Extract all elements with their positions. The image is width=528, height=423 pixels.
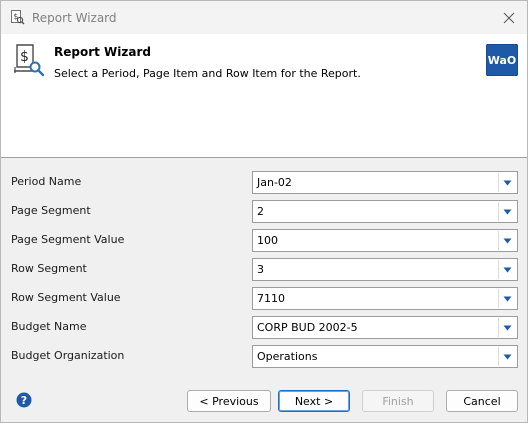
- row-segment-value-value: 7110: [257, 292, 285, 305]
- budget-organization-label: Budget Organization: [11, 349, 125, 362]
- dropdown-button[interactable]: [498, 260, 516, 279]
- budget-organization-select[interactable]: Operations: [252, 345, 518, 368]
- next-button[interactable]: Next >: [278, 390, 350, 412]
- budget-organization-row: Budget Organization Operations: [1, 345, 527, 368]
- page-segment-row: Page Segment 2: [1, 200, 527, 223]
- chevron-down-icon: [503, 180, 512, 185]
- wao-logo: WaO: [486, 44, 518, 76]
- dropdown-button[interactable]: [498, 202, 516, 221]
- dropdown-button[interactable]: [498, 231, 516, 250]
- budget-name-select[interactable]: CORP BUD 2002-5: [252, 316, 518, 339]
- row-segment-select[interactable]: 3: [252, 258, 518, 281]
- page-segment-label: Page Segment: [11, 204, 91, 217]
- chevron-down-icon: [503, 209, 512, 214]
- page-segment-value-row: Page Segment Value 100: [1, 229, 527, 252]
- svg-text:?: ?: [21, 394, 27, 407]
- chevron-down-icon: [503, 238, 512, 243]
- row-segment-row: Row Segment 3: [1, 258, 527, 281]
- header-subtitle: Select a Period, Page Item and Row Item …: [54, 67, 361, 80]
- row-segment-value-label: Row Segment Value: [11, 291, 121, 304]
- period-name-label: Period Name: [11, 175, 82, 188]
- page-segment-value-label: Page Segment Value: [11, 233, 125, 246]
- period-name-value: Jan-02: [257, 176, 292, 189]
- wizard-header: $ Report Wizard Select a Period, Page It…: [1, 34, 527, 158]
- budget-name-label: Budget Name: [11, 320, 87, 333]
- dropdown-button[interactable]: [498, 289, 516, 308]
- window-title: Report Wizard: [32, 11, 117, 25]
- page-segment-value-value: 100: [257, 234, 278, 247]
- row-segment-label: Row Segment: [11, 262, 87, 275]
- row-segment-value: 3: [257, 263, 264, 276]
- report-document-icon: $: [14, 44, 45, 77]
- cancel-button[interactable]: Cancel: [446, 390, 518, 412]
- page-segment-select[interactable]: 2: [252, 200, 518, 223]
- report-wizard-app-icon: $: [11, 10, 25, 25]
- period-name-select[interactable]: Jan-02: [252, 171, 518, 194]
- previous-button[interactable]: < Previous: [187, 390, 271, 412]
- chevron-down-icon: [503, 296, 512, 301]
- budget-name-row: Budget Name CORP BUD 2002-5: [1, 316, 527, 339]
- header-title: Report Wizard: [54, 45, 151, 59]
- report-wizard-window: $ Report Wizard $ Report Wizard Select a…: [0, 0, 528, 423]
- help-circle-icon[interactable]: ?: [16, 392, 32, 408]
- chevron-down-icon: [503, 325, 512, 330]
- row-segment-value-select[interactable]: 7110: [252, 287, 518, 310]
- row-segment-value-row: Row Segment Value 7110: [1, 287, 527, 310]
- close-icon: [503, 12, 515, 24]
- title-bar: $ Report Wizard: [1, 1, 527, 34]
- svg-text:$: $: [20, 49, 29, 65]
- chevron-down-icon: [503, 354, 512, 359]
- page-segment-value-select[interactable]: 100: [252, 229, 518, 252]
- dropdown-button[interactable]: [498, 318, 516, 337]
- budget-organization-value: Operations: [257, 350, 318, 363]
- chevron-down-icon: [503, 267, 512, 272]
- finish-button[interactable]: Finish: [362, 390, 434, 412]
- close-button[interactable]: [497, 6, 521, 30]
- budget-name-value: CORP BUD 2002-5: [257, 321, 358, 334]
- dropdown-button[interactable]: [498, 347, 516, 366]
- dropdown-button[interactable]: [498, 173, 516, 192]
- period-name-row: Period Name Jan-02: [1, 171, 527, 194]
- page-segment-value: 2: [257, 205, 264, 218]
